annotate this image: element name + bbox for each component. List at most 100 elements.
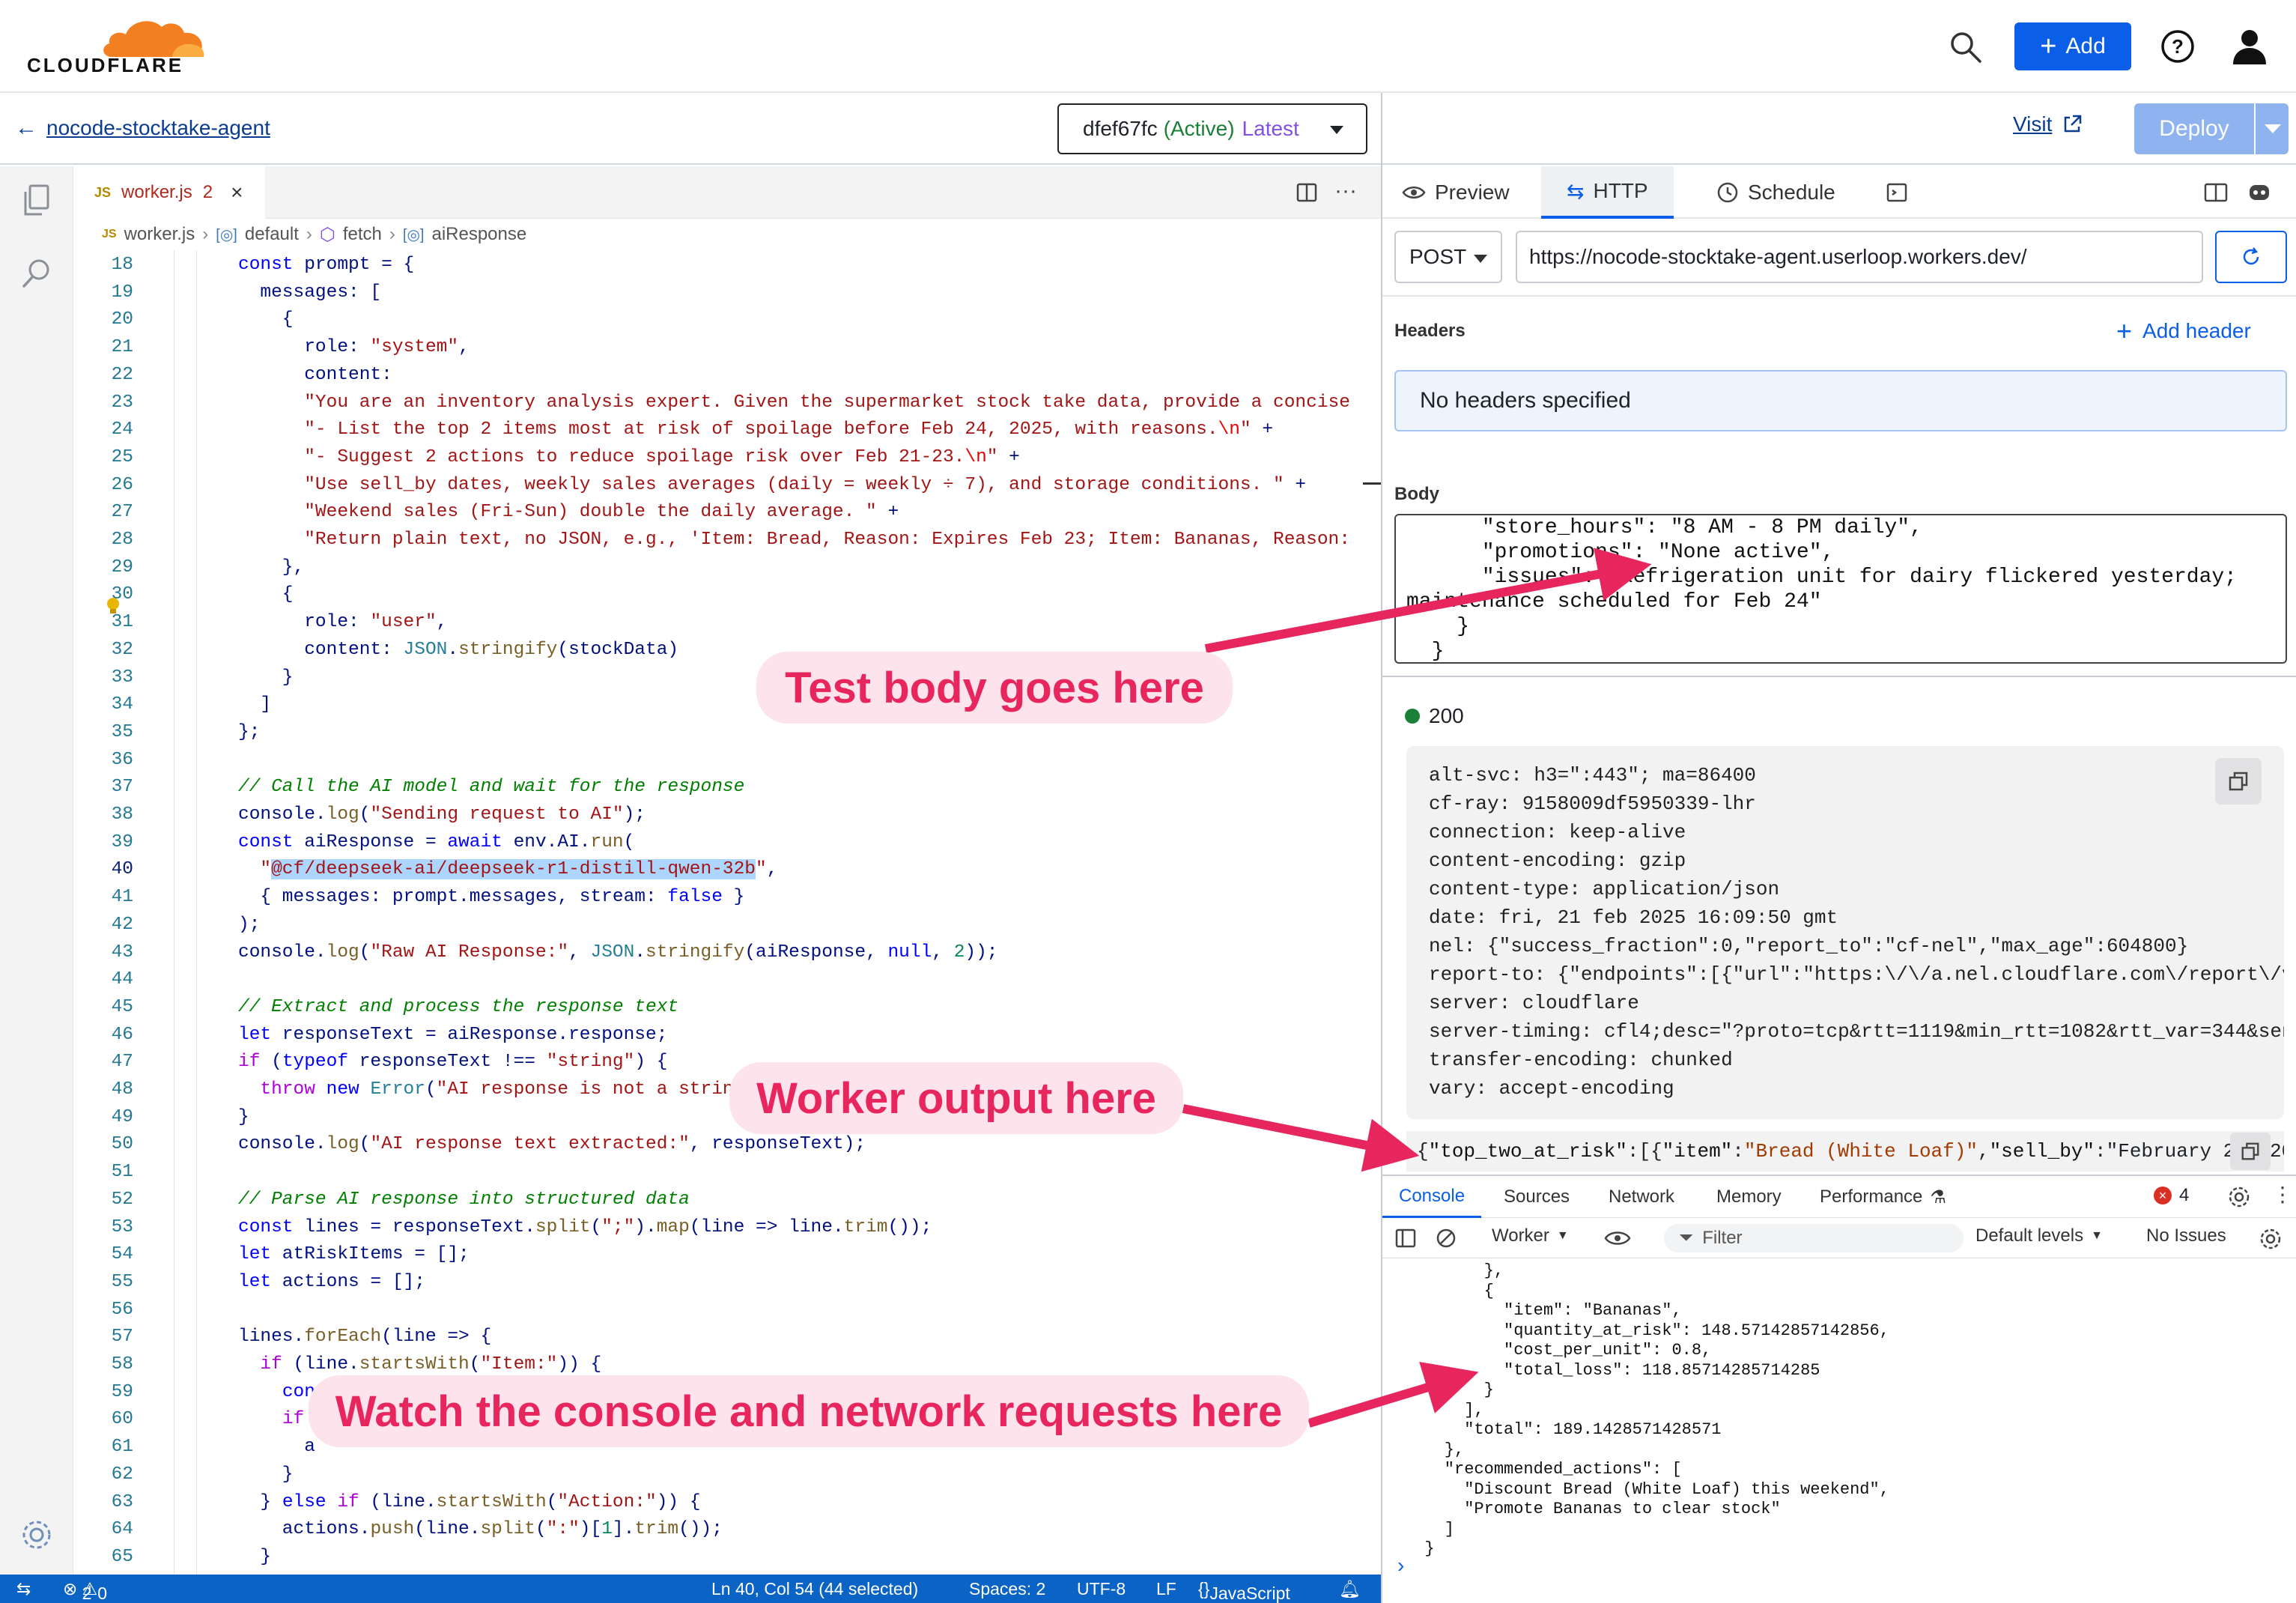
console-settings-gear-icon[interactable] (2259, 1227, 2283, 1251)
code-line[interactable]: 45 // Extract and process the response te… (73, 994, 1381, 1021)
breadcrumb-default[interactable]: default (245, 224, 299, 245)
user-avatar-icon[interactable] (2230, 27, 2269, 66)
cloudflare-logo[interactable]: CLOUDFLARE (25, 16, 204, 76)
live-expression-eye-icon[interactable] (1604, 1228, 1631, 1248)
issues-indicator[interactable]: No Issues (2146, 1225, 2226, 1246)
devtools-tab-sources[interactable]: Sources (1504, 1176, 1570, 1218)
search-icon[interactable] (18, 255, 55, 292)
version-select[interactable]: dfef67fc (Active) Latest (1057, 103, 1367, 154)
code-line[interactable]: 50 console.log("AI response text extracte… (73, 1131, 1381, 1158)
code-line[interactable]: 51 (73, 1159, 1381, 1186)
search-icon[interactable] (1947, 28, 1984, 66)
code-line[interactable]: 27 "Weekend sales (Fri-Sun) double the d… (73, 499, 1381, 526)
code-line[interactable]: 23 "You are an inventory analysis expert… (73, 390, 1381, 416)
code-line[interactable]: 36 (73, 747, 1381, 774)
code-line[interactable]: 57 lines.forEach(line => { (73, 1324, 1381, 1351)
lightbulb-quickfix-icon[interactable] (105, 596, 121, 616)
back-link[interactable]: ← nocode-stocktake-agent (15, 115, 270, 141)
code-line[interactable]: 65 } (73, 1544, 1381, 1571)
code-line[interactable]: 22 content: (73, 362, 1381, 389)
code-line[interactable]: 53 const lines = responseText.split(";").… (73, 1214, 1381, 1241)
code-line[interactable]: 37 // Call the AI model and wait for the … (73, 774, 1381, 801)
discord-icon[interactable] (2247, 181, 2272, 204)
code-line[interactable]: 26 "Use sell_by dates, weekly sales aver… (73, 472, 1381, 499)
code-line[interactable]: 28 "Return plain text, no JSON, e.g., 'I… (73, 527, 1381, 554)
explorer-files-icon[interactable] (18, 181, 55, 219)
settings-gear-icon[interactable] (18, 1516, 55, 1554)
code-line[interactable]: 18 const prompt = { (73, 252, 1381, 279)
code-line[interactable]: 29 }, (73, 554, 1381, 581)
tab-http[interactable]: ⇆ HTTP (1541, 166, 1674, 219)
context-select[interactable]: Worker ▼ (1492, 1225, 1569, 1246)
code-line[interactable]: 24 "- List the top 2 items most at risk … (73, 416, 1381, 443)
devtools-tab-console[interactable]: Console (1382, 1176, 1482, 1218)
code-line[interactable]: 19 messages: [ (73, 279, 1381, 306)
copy-headers-button[interactable] (2215, 758, 2262, 804)
encoding-status[interactable]: UTF-8 (1077, 1579, 1126, 1599)
clear-console-icon[interactable] (1435, 1227, 1457, 1249)
sidebar-toggle-icon[interactable] (1394, 1227, 1417, 1249)
code-line[interactable]: 30 { (73, 581, 1381, 608)
deploy-dropdown-icon[interactable] (2265, 124, 2281, 133)
log-levels-select[interactable]: Default levels ▼ (1975, 1225, 2103, 1246)
split-editor-icon[interactable] (1296, 181, 1318, 204)
code-line[interactable]: 44 (73, 966, 1381, 993)
help-icon[interactable]: ? (2160, 28, 2196, 64)
eol-status[interactable]: LF (1156, 1579, 1176, 1599)
code-line[interactable]: 62 } (73, 1461, 1381, 1488)
code-line[interactable]: 31 role: "user", (73, 609, 1381, 636)
code-line[interactable]: 41 { messages: prompt.messages, stream: … (73, 884, 1381, 911)
code-line[interactable]: 25 "- Suggest 2 actions to reduce spoila… (73, 444, 1381, 471)
url-input[interactable] (1516, 231, 2203, 283)
errors-status[interactable]: ⊗ 2 ⚠ 0 (63, 1579, 107, 1603)
code-line[interactable]: 64 actions.push(line.split(":")[1].trim(… (73, 1516, 1381, 1543)
code-line[interactable]: 38 console.log("Sending request to AI"); (73, 802, 1381, 828)
devtools-error-count[interactable]: × 4 (2154, 1185, 2189, 1206)
code-line[interactable]: 55 let actions = []; (73, 1269, 1381, 1296)
visit-link[interactable]: Visit (2013, 112, 2083, 136)
book-docs-icon[interactable] (2203, 181, 2229, 204)
cursor-position[interactable]: Ln 40, Col 54 (44 selected) (711, 1579, 918, 1599)
code-line[interactable]: 47 if (typeof responseText !== "string") … (73, 1049, 1381, 1076)
devtools-tab-performance[interactable]: Performance ⚗ (1820, 1176, 1946, 1218)
send-refresh-button[interactable] (2215, 231, 2287, 283)
more-actions-icon[interactable]: ··· (1334, 178, 1357, 204)
code-line[interactable]: 49} (73, 1104, 1381, 1131)
code-line[interactable]: 58 if (line.startsWith("Item:")) { (73, 1351, 1381, 1378)
code-line[interactable]: 56 (73, 1297, 1381, 1324)
devtools-tab-memory[interactable]: Memory (1716, 1176, 1782, 1218)
add-button[interactable]: + Add (2014, 22, 2131, 70)
tab-schedule[interactable]: Schedule (1697, 166, 1855, 219)
code-line[interactable]: 43 console.log("Raw AI Response:", JSON.s… (73, 939, 1381, 966)
add-header-button[interactable]: + Add header (2116, 318, 2251, 345)
http-method-select[interactable]: POST (1394, 231, 1502, 283)
console-filter-input[interactable]: ⏷ Filter (1664, 1224, 1964, 1252)
language-status[interactable]: {} JavaScript (1198, 1579, 1290, 1603)
breadcrumb-file[interactable]: worker.js (124, 224, 195, 245)
tab-terminal[interactable] (1871, 166, 1923, 219)
indentation-status[interactable]: Spaces: 2 (969, 1579, 1045, 1599)
code-line[interactable]: 48 throw new Error("AI response is not a… (73, 1076, 1381, 1103)
code-line[interactable]: 21 role: "system", (73, 334, 1381, 361)
code-line[interactable]: 52 // Parse AI response into structured d… (73, 1187, 1381, 1213)
close-tab-icon[interactable]: × (231, 181, 243, 204)
code-line[interactable]: 46 let responseText = aiResponse.response… (73, 1022, 1381, 1049)
settings-gear-icon[interactable] (2227, 1185, 2251, 1209)
worker-name-link[interactable]: nocode-stocktake-agent (46, 116, 270, 140)
console-prompt[interactable]: › (1397, 1554, 1404, 1578)
deploy-button[interactable]: Deploy (2134, 103, 2289, 154)
copy-body-button[interactable] (2230, 1133, 2271, 1170)
remote-icon[interactable]: ⇆ (16, 1579, 31, 1599)
code-line[interactable]: 42); (73, 912, 1381, 939)
breadcrumb-fetch[interactable]: fetch (343, 224, 382, 245)
code-line[interactable]: 39 const aiResponse = await env.AI.run( (73, 829, 1381, 856)
kebab-menu-icon[interactable]: ⋮ (2272, 1182, 2293, 1207)
tab-worker-js[interactable]: JS worker.js 2 × (73, 166, 265, 219)
code-line[interactable]: 20 { (73, 306, 1381, 333)
tab-preview[interactable]: Preview (1382, 166, 1529, 219)
code-line[interactable]: 54 let atRiskItems = []; (73, 1241, 1381, 1268)
code-line[interactable]: 63 } else if (line.startsWith("Action:")… (73, 1489, 1381, 1516)
request-body-editor[interactable]: "store_hours": "8 AM - 8 PM daily", "pro… (1394, 514, 2287, 664)
breadcrumb-airesponse[interactable]: aiResponse (431, 224, 526, 245)
bell-icon[interactable]: 🔔︎ (1339, 1579, 1361, 1599)
